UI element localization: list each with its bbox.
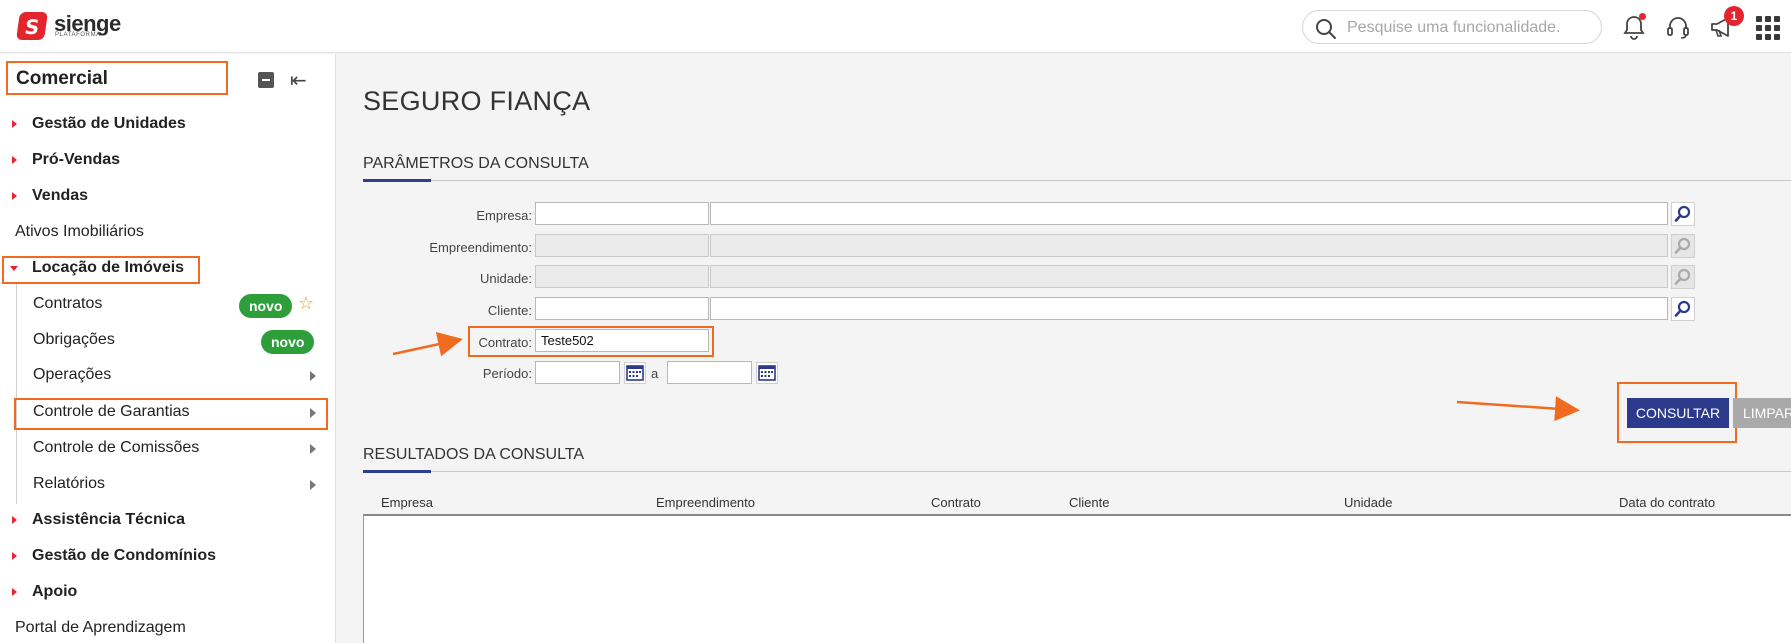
sidebar-item-operacoes[interactable]: Operações	[0, 361, 336, 391]
support-headset-icon[interactable]	[1664, 13, 1692, 41]
column-header-cliente[interactable]: Cliente	[1069, 495, 1109, 510]
params-section-rule	[363, 180, 1791, 181]
caret-right-icon	[12, 120, 17, 128]
consultar-button[interactable]: CONSULTAR	[1627, 398, 1729, 428]
results-section-accent	[363, 470, 431, 473]
search-icon	[1316, 19, 1336, 39]
sidebar: Comercial ⇤ Gestão de Unidades Pró-Venda…	[0, 54, 336, 643]
logo-subtitle: PLATAFORMA	[55, 32, 101, 38]
unidade-name-input	[710, 265, 1668, 288]
periodo-separator: a	[651, 366, 659, 381]
notification-dot	[1639, 13, 1646, 20]
novo-badge: novo	[239, 294, 293, 318]
column-header-empresa[interactable]: Empresa	[381, 495, 433, 510]
caret-right-icon	[12, 552, 17, 560]
page-title: SEGURO FIANÇA	[363, 86, 591, 116]
periodo-start-calendar-icon[interactable]	[624, 362, 646, 384]
empresa-name-input[interactable]	[710, 202, 1668, 225]
column-header-data-contrato[interactable]: Data do contrato	[1619, 495, 1715, 510]
search-input[interactable]	[1347, 17, 1587, 39]
sidebar-item-vendas[interactable]: Vendas	[0, 182, 336, 212]
empreendimento-lookup-search-icon	[1671, 234, 1695, 258]
chevron-right-icon	[310, 480, 316, 490]
sidebar-item-controle-comissoes[interactable]: Controle de Comissões	[0, 434, 336, 464]
announcements-megaphone-icon[interactable]: 1	[1708, 6, 1744, 41]
sidebar-item-gestao-unidades[interactable]: Gestão de Unidades	[0, 110, 336, 140]
sidebar-item-relatorios[interactable]: Relatórios	[0, 470, 336, 500]
chevron-right-icon	[310, 444, 316, 454]
sidebar-item-gestao-condominios[interactable]: Gestão de Condomínios	[0, 542, 336, 572]
caret-right-icon	[12, 588, 17, 596]
empreendimento-label: Empreendimento:	[429, 240, 532, 255]
announcements-badge: 1	[1724, 6, 1744, 26]
empresa-lookup-search-icon[interactable]	[1671, 202, 1695, 226]
sidebar-item-controle-garantias[interactable]: Controle de Garantias	[0, 398, 336, 428]
periodo-end-input[interactable]	[667, 361, 752, 384]
periodo-start-input[interactable]	[535, 361, 620, 384]
hide-sidebar-icon[interactable]: ⇤	[290, 68, 307, 92]
favorite-star-icon[interactable]: ☆	[298, 293, 314, 314]
caret-right-icon	[12, 516, 17, 524]
caret-right-icon	[12, 156, 17, 164]
unidade-label: Unidade:	[479, 271, 532, 286]
empreendimento-name-input	[710, 234, 1668, 257]
unidade-lookup-search-icon	[1671, 265, 1695, 289]
cliente-code-input[interactable]	[535, 297, 709, 320]
sidebar-item-pro-vendas[interactable]: Pró-Vendas	[0, 146, 336, 176]
cliente-lookup-search-icon[interactable]	[1671, 297, 1695, 321]
search-box[interactable]	[1302, 10, 1602, 44]
empresa-label: Empresa:	[476, 208, 532, 223]
sidebar-item-apoio[interactable]: Apoio	[0, 578, 336, 608]
sidebar-item-contratos[interactable]: Contratos novo ☆	[0, 290, 336, 320]
sidebar-item-assistencia-tecnica[interactable]: Assistência Técnica	[0, 506, 336, 536]
novo-badge: novo	[261, 330, 315, 354]
contrato-input[interactable]	[535, 329, 709, 352]
chevron-right-icon	[310, 408, 316, 418]
arrow-to-consultar	[1456, 396, 1580, 422]
sienge-logo[interactable]: S sienge PLATAFORMA	[16, 11, 148, 42]
sidebar-item-locacao-imoveis[interactable]: Locação de Imóveis	[0, 254, 336, 284]
contrato-label: Contrato:	[478, 335, 532, 350]
empresa-code-input[interactable]	[535, 202, 709, 225]
logo-mark-icon: S	[16, 12, 48, 40]
sidebar-item-ativos-imobiliarios[interactable]: Ativos Imobiliários	[0, 218, 336, 248]
caret-right-icon	[12, 192, 17, 200]
module-title: Comercial	[6, 61, 228, 95]
column-header-contrato[interactable]: Contrato	[931, 495, 981, 510]
collapse-all-icon[interactable]	[258, 72, 274, 88]
cliente-label: Cliente:	[487, 303, 532, 318]
params-section-title: PARÂMETROS DA CONSULTA	[363, 155, 589, 172]
periodo-end-calendar-icon[interactable]	[756, 362, 778, 384]
sidebar-item-portal-aprendizagem[interactable]: Portal de Aprendizagem	[0, 614, 336, 643]
top-bar: S sienge PLATAFORMA 1	[0, 0, 1791, 53]
limpar-button[interactable]: LIMPAR	[1733, 398, 1791, 428]
column-header-unidade[interactable]: Unidade	[1344, 495, 1392, 510]
unidade-code-input	[535, 265, 709, 288]
notifications-bell-icon[interactable]	[1620, 13, 1648, 41]
caret-down-icon	[10, 266, 18, 271]
chevron-right-icon	[310, 371, 316, 381]
periodo-label: Período:	[482, 366, 532, 381]
empreendimento-code-input	[535, 234, 709, 257]
params-section-accent	[363, 179, 431, 182]
results-section-title: RESULTADOS DA CONSULTA	[363, 446, 585, 463]
column-header-empreendimento[interactable]: Empreendimento	[656, 495, 755, 510]
results-section-rule	[363, 471, 1791, 472]
sidebar-item-obrigacoes[interactable]: Obrigações novo	[0, 326, 336, 356]
apps-grid-icon[interactable]	[1756, 16, 1780, 40]
results-table-body	[363, 514, 1791, 643]
cliente-name-input[interactable]	[710, 297, 1668, 320]
